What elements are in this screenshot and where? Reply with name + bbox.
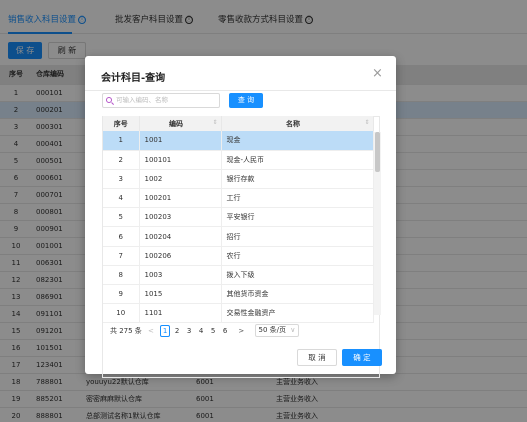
sort-icon[interactable]: ⇕	[364, 119, 369, 126]
table-cell: 9	[103, 284, 140, 305]
column-header[interactable]: 序号	[103, 116, 140, 131]
table-cell: 1	[103, 131, 140, 151]
scrollbar-thumb[interactable]	[375, 132, 380, 172]
table-cell: 2	[103, 150, 140, 170]
table-cell: 1001	[139, 131, 222, 151]
table-cell: 1003	[139, 265, 222, 286]
sort-icon[interactable]: ⇕	[212, 119, 217, 126]
page-size-value: 50 条/页	[258, 326, 287, 334]
table-row[interactable]: 8 1003 拨入下级	[103, 265, 374, 286]
table-row[interactable]: 7 100206 农行	[103, 246, 374, 266]
table-row[interactable]: 3 1002 银行存款	[103, 169, 374, 190]
table-cell: 7	[103, 246, 140, 266]
account-query-dialog: 会计科目-查询 × 可输入编码、名称 查 询 序号 编码 ⇕ 名称 ⇕ 1 1001 现金 2…	[85, 56, 396, 378]
prev-page-icon[interactable]: <	[148, 327, 154, 335]
query-button[interactable]: 查 询	[229, 93, 263, 108]
table-row[interactable]: 2 100101 现金-人民币	[103, 150, 374, 170]
table-cell: 4	[103, 188, 140, 209]
table-row[interactable]: 1 1001 现金	[103, 131, 374, 151]
table-cell: 1002	[139, 169, 222, 190]
search-placeholder: 可输入编码、名称	[116, 96, 168, 104]
column-header-label: 名称	[285, 119, 300, 128]
table-cell: 平安银行	[221, 207, 374, 228]
close-icon[interactable]: ×	[372, 66, 383, 81]
table-cell: 1015	[139, 284, 222, 305]
table-cell: 现金-人民币	[221, 150, 374, 170]
page-number[interactable]: 3	[184, 327, 194, 335]
table-cell: 100201	[139, 188, 222, 209]
column-header-label: 编码	[168, 119, 183, 128]
page-number[interactable]: 1	[160, 324, 171, 337]
table-cell: 6	[103, 226, 140, 247]
table-row[interactable]: 4 100201 工行	[103, 188, 374, 209]
cancel-button[interactable]: 取 消	[297, 349, 337, 366]
search-input[interactable]: 可输入编码、名称	[102, 93, 220, 108]
account-table: 序号 编码 ⇕ 名称 ⇕ 1 1001 现金 2 100101 现金-人民币 3 1002 银行存款 4 1…	[103, 116, 374, 324]
table-cell: 3	[103, 169, 140, 190]
search-icon	[106, 97, 112, 103]
table-row[interactable]: 6 100204 招行	[103, 226, 374, 247]
table-cell: 现金	[221, 131, 374, 151]
vertical-scrollbar[interactable]	[374, 132, 381, 315]
table-cell: 招行	[221, 226, 374, 247]
table-cell: 银行存款	[221, 169, 374, 190]
table-cell: 100203	[139, 207, 222, 228]
page-number[interactable]: 6	[220, 327, 230, 335]
table-cell: 100101	[139, 150, 222, 170]
table-row[interactable]: 5 100203 平安银行	[103, 207, 374, 228]
table-cell: 工行	[221, 188, 374, 209]
page-number[interactable]: 2	[172, 327, 182, 335]
column-header-label: 序号	[113, 119, 128, 128]
table-cell: 农行	[221, 246, 374, 266]
column-header[interactable]: 名称 ⇕	[221, 116, 374, 131]
page-size-select[interactable]: 50 条/页 ∨	[254, 324, 300, 337]
pagination: 共 275 条 < 123456 > 50 条/页 ∨	[110, 324, 300, 338]
next-page-icon[interactable]: >	[238, 327, 244, 335]
table-cell: 100204	[139, 226, 222, 247]
table-cell: 100206	[139, 246, 222, 266]
table-row[interactable]: 10 1101 交易性金融资产	[103, 303, 374, 324]
table-cell: 拨入下级	[221, 265, 374, 286]
column-header[interactable]: 编码 ⇕	[139, 116, 222, 131]
table-cell: 10	[103, 303, 140, 324]
table-cell: 交易性金融资产	[221, 303, 374, 324]
page-list: 123456	[160, 324, 232, 337]
chevron-down-icon: ∨	[290, 326, 296, 334]
table-cell: 5	[103, 207, 140, 228]
table-cell: 8	[103, 265, 140, 286]
table-cell: 1101	[139, 303, 222, 324]
divider	[85, 90, 396, 91]
dialog-title: 会计科目-查询	[101, 73, 166, 84]
page-number[interactable]: 4	[196, 327, 206, 335]
total-count: 共 275 条	[110, 326, 142, 335]
confirm-button[interactable]: 确 定	[342, 349, 382, 366]
table-cell: 其他货币资金	[221, 284, 374, 305]
page-number[interactable]: 5	[208, 327, 218, 335]
table-row[interactable]: 9 1015 其他货币资金	[103, 284, 374, 305]
